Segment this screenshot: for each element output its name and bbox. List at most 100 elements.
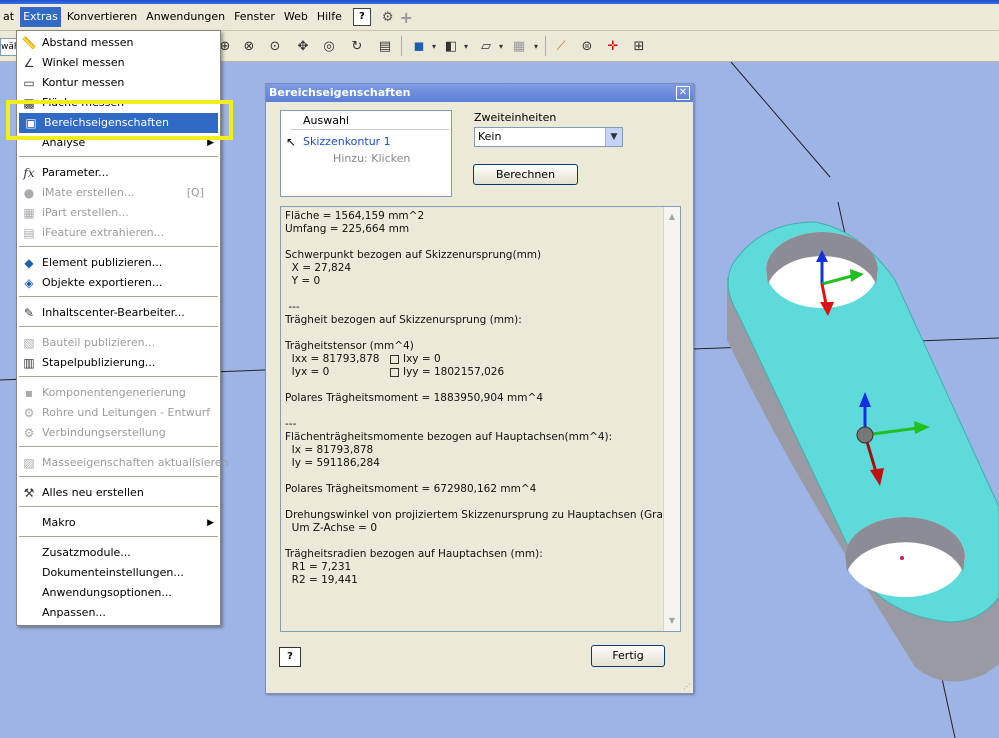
slice-icon[interactable]: ⟋ <box>552 37 570 55</box>
menu-item-kontur-messen[interactable]: ▭ Kontur messen <box>17 73 220 93</box>
chevron-down-icon[interactable]: ▼ <box>605 128 622 146</box>
menu-format[interactable]: at <box>0 7 17 27</box>
checkbox-icon <box>390 354 399 364</box>
tensor-iyy: Iyy = 1802157,026 <box>382 366 504 378</box>
help-wizard-icon[interactable]: ⚙ <box>382 10 394 25</box>
result-line: --- <box>285 418 297 430</box>
angle-icon: ∠ <box>23 56 35 70</box>
selection-list[interactable]: Auswahl ↖ Skizzenkontur 1 Hinzu: Klicken <box>280 110 452 197</box>
menu-item-abstand-messen[interactable]: 📏 Abstand messen <box>17 33 220 53</box>
help-question-icon[interactable]: ? <box>352 8 371 26</box>
results-scrollbar[interactable]: ▲ ▼ <box>663 207 680 631</box>
pan-icon[interactable]: ✥ <box>294 37 312 55</box>
menu-fenster[interactable]: Fenster <box>231 7 278 27</box>
look-at-icon[interactable]: ▤ <box>376 37 394 55</box>
chevron-down-icon[interactable]: ▾ <box>527 37 545 55</box>
rotate-icon[interactable]: ↻ <box>348 37 366 55</box>
chevron-down-icon[interactable]: ▾ <box>425 37 443 55</box>
dimension-icon[interactable]: ⊞ <box>630 37 648 55</box>
result-line: Trägheitstensor (mm^4) <box>285 340 414 352</box>
result-line: Polares Trägheitsmoment = 1883950,904 mm… <box>285 392 543 404</box>
ifeature-icon: ▤ <box>23 226 35 240</box>
connection-icon: ⚙ <box>23 426 35 440</box>
menu-separator <box>19 156 218 157</box>
submenu-arrow-icon: ▶ <box>207 518 214 528</box>
scroll-down-icon[interactable]: ▼ <box>664 613 680 629</box>
menu-separator <box>19 246 218 247</box>
selection-item[interactable]: Skizzenkontur 1 <box>303 135 391 148</box>
menu-anwendungen[interactable]: Anwendungen <box>143 7 228 27</box>
section-view-icon[interactable]: ⊜ <box>578 37 596 55</box>
menu-item-ipart-erstellen: ▦ iPart erstellen... <box>17 203 220 223</box>
menu-item-objekte-exportieren[interactable]: ◈ Objekte exportieren... <box>17 273 220 293</box>
menu-konvertieren[interactable]: Konvertieren <box>64 7 140 27</box>
results-textarea[interactable]: Fläche = 1564,159 mm^2 Umfang = 225,664 … <box>280 206 681 632</box>
add-icon[interactable]: + <box>400 8 413 27</box>
resize-grip-icon[interactable]: ⋰ <box>683 682 691 691</box>
secondary-units-select[interactable]: Kein ▼ <box>474 127 623 147</box>
menu-item-parameter[interactable]: fx Parameter... <box>17 163 220 183</box>
menu-item-verbindungserstellung: ⚙ Verbindungserstellung <box>17 423 220 443</box>
menu-item-anwendungsoptionen[interactable]: Anwendungsoptionen... <box>17 583 220 603</box>
result-line: Drehungswinkel von projiziertem Skizzenu… <box>285 509 678 521</box>
done-button[interactable]: Fertig <box>591 645 665 667</box>
fx-icon: fx <box>23 166 35 180</box>
menu-separator <box>19 326 218 327</box>
secondary-units-value: Kein <box>478 130 502 143</box>
centroid-point <box>856 426 874 444</box>
menu-hilfe[interactable]: Hilfe <box>314 7 345 27</box>
zoom-selected-icon[interactable]: ◎ <box>320 37 338 55</box>
mass-properties-icon: ▨ <box>23 456 35 470</box>
menu-item-zusatzmodule[interactable]: Zusatzmodule... <box>17 543 220 563</box>
pointer-icon: ↖ <box>286 135 297 149</box>
secondary-units-label: Zweiteinheiten <box>474 111 557 124</box>
menu-item-komponentengenerierung: ▪ Komponentengenerierung <box>17 383 220 403</box>
close-icon[interactable]: ✕ <box>676 86 690 100</box>
publish-icon: ◆ <box>24 256 34 270</box>
menu-item-makro[interactable]: Makro ▶ <box>17 513 220 533</box>
menu-item-alles-neu-erstellen[interactable]: ⚒ Alles neu erstellen <box>17 483 220 503</box>
menu-item-element-publizieren[interactable]: ◆ Element publizieren... <box>17 253 220 273</box>
menu-item-winkel-messen[interactable]: ∠ Winkel messen <box>17 53 220 73</box>
axis-line <box>730 62 831 178</box>
component-icon: ▪ <box>24 386 34 400</box>
menu-item-dokumenteinstellungen[interactable]: Dokumenteinstellungen... <box>17 563 220 583</box>
result-line: X = 27,824 <box>285 262 352 274</box>
sectioning-icon[interactable]: ▦ <box>510 37 528 55</box>
menu-item-anpassen[interactable]: Anpassen... <box>17 603 220 623</box>
chevron-down-icon[interactable]: ▾ <box>492 37 510 55</box>
tensor-ixy: Ixy = 0 <box>382 353 441 365</box>
highlight-annotation-box <box>6 100 233 140</box>
result-line: R1 = 7,231 <box>285 561 352 573</box>
result-line: --- <box>285 301 300 313</box>
part-publish-icon: ▧ <box>23 336 35 350</box>
toolbar-separator <box>545 36 546 56</box>
calculate-button[interactable]: Berechnen <box>473 164 578 185</box>
help-button[interactable]: ? <box>279 647 301 667</box>
scroll-up-icon[interactable]: ▲ <box>664 209 680 225</box>
imate-icon: ● <box>23 186 35 200</box>
result-line: Y = 0 <box>285 275 321 287</box>
menu-item-stapelpublizierung[interactable]: ▥ Stapelpublizierung... <box>17 353 220 373</box>
checkbox-icon <box>390 367 399 377</box>
result-line: Schwerpunkt bezogen auf Skizzenursprung(… <box>285 249 542 261</box>
zoom-icon[interactable]: ⊙ <box>266 37 284 55</box>
rebuild-icon: ⚒ <box>23 486 35 500</box>
chevron-down-icon[interactable]: ▾ <box>457 37 475 55</box>
quarter-section-icon[interactable]: ✛ <box>604 37 622 55</box>
result-line: Ix = 81793,878 <box>285 444 374 456</box>
export-icon: ◈ <box>24 276 34 290</box>
result-line: Trägheitsradien bezogen auf Hauptachsen … <box>285 548 543 560</box>
pipes-icon: ⚙ <box>23 406 35 420</box>
zoom-window-icon[interactable]: ⊗ <box>240 37 258 55</box>
dialog-title: Bereichseigenschaften <box>266 84 693 102</box>
menu-item-inhaltscenter-bearbeiter[interactable]: ✎ Inhaltscenter-Bearbeiter... <box>17 303 220 323</box>
menu-separator <box>19 376 218 377</box>
menu-web[interactable]: Web <box>281 7 311 27</box>
menu-separator <box>19 476 218 477</box>
menu-item-bauteil-publizieren: ▧ Bauteil publizieren... <box>17 333 220 353</box>
menu-extras[interactable]: Extras <box>20 7 61 27</box>
toolbar-separator <box>401 36 402 56</box>
result-line: Flächenträgheitsmomente bezogen auf Haup… <box>285 431 613 443</box>
menu-separator <box>19 536 218 537</box>
